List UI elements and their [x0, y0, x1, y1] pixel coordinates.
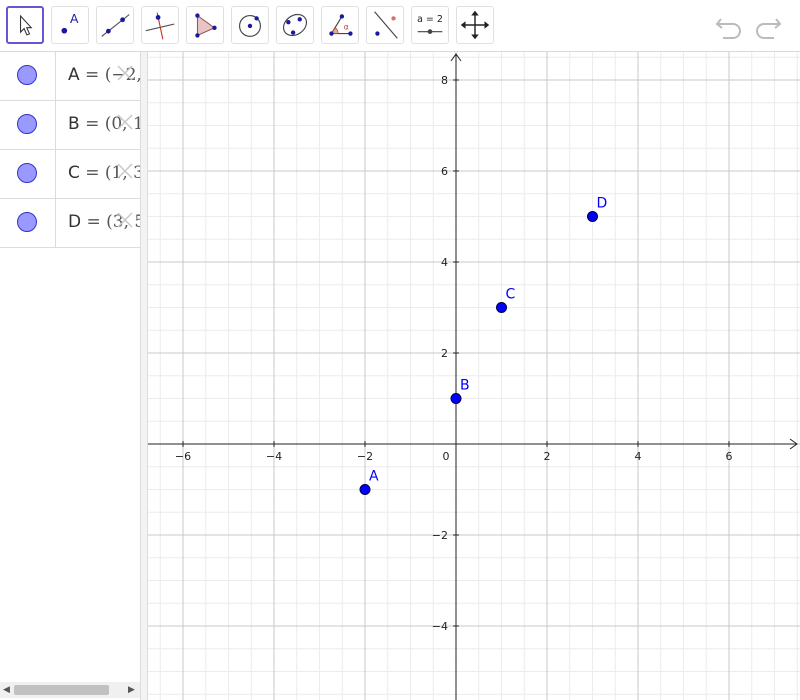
conic-tool[interactable]: [276, 6, 314, 44]
view-splitter[interactable]: [140, 52, 148, 700]
y-tick-label: −4: [432, 620, 448, 633]
svg-text:A: A: [70, 12, 79, 26]
point-icon: A: [61, 12, 79, 34]
reflect-tool[interactable]: [366, 6, 404, 44]
algebra-item-c[interactable]: C = (1, 3): [0, 150, 140, 199]
visibility-toggle-icon[interactable]: [17, 212, 37, 232]
x-tick-label: 2: [544, 450, 551, 463]
slider-tool[interactable]: a = 2: [411, 6, 449, 44]
point-d[interactable]: [587, 211, 598, 222]
y-tick-label: 6: [441, 165, 448, 178]
reflect-about-line-icon: [374, 11, 398, 39]
y-tick-label: −2: [432, 529, 448, 542]
scrollbar-thumb[interactable]: [14, 685, 109, 695]
delete-x-icon[interactable]: [116, 113, 134, 131]
point-label: B: [460, 378, 470, 394]
visibility-toggle-cell: [0, 150, 56, 198]
scroll-left-arrow-icon[interactable]: ◀: [3, 685, 10, 695]
y-tick-label: 8: [441, 74, 448, 87]
point-c[interactable]: [496, 302, 507, 313]
toolbar: A α a = 2: [0, 0, 800, 52]
circle-center-point-tool[interactable]: [231, 6, 269, 44]
y-tick-label: 2: [441, 347, 448, 360]
x-tick-label: −6: [175, 450, 191, 463]
angle-tool[interactable]: α: [321, 6, 359, 44]
perpendicular-line-tool[interactable]: [141, 6, 179, 44]
move-graphics-view-tool[interactable]: [456, 6, 494, 44]
circle-with-center-icon: [239, 14, 261, 37]
slider-icon: a = 2: [417, 14, 443, 34]
x-tick-label: 6: [726, 450, 733, 463]
delete-x-icon[interactable]: [116, 64, 134, 82]
algebra-horizontal-scrollbar[interactable]: ◀ ▶: [0, 682, 140, 698]
visibility-toggle-cell: [0, 199, 56, 247]
x-tick-label: 0: [443, 450, 450, 463]
polygon-triangle-icon: [195, 13, 217, 38]
ellipse-icon: [282, 13, 308, 37]
point-label: D: [597, 196, 608, 212]
delete-x-icon[interactable]: [116, 162, 134, 180]
redo-icon: [756, 18, 782, 39]
move-tool[interactable]: [6, 6, 44, 44]
y-tick-label: 4: [441, 256, 448, 269]
point-a[interactable]: [359, 484, 371, 495]
polygon-tool[interactable]: [186, 6, 224, 44]
x-tick-label: −2: [357, 450, 373, 463]
visibility-toggle-icon[interactable]: [17, 114, 37, 134]
x-tick-label: 4: [635, 450, 642, 463]
visibility-toggle-icon[interactable]: [17, 163, 37, 183]
perpendicular-line-icon: [145, 12, 175, 40]
visibility-toggle-cell: [0, 52, 56, 100]
visibility-toggle-cell: [0, 101, 56, 149]
move-arrows-icon: [460, 10, 490, 40]
svg-text:a = 2: a = 2: [417, 14, 443, 25]
delete-x-icon[interactable]: [116, 211, 134, 229]
line-through-points-icon: [101, 14, 130, 37]
algebra-item-b[interactable]: B = (0, 1): [0, 101, 140, 150]
point-b[interactable]: [450, 393, 462, 404]
angle-icon: α: [329, 14, 353, 36]
graphics-view[interactable]: −6 −4 −2 0 2 4 6 8 6 4 2 −2 −4 A B C D: [148, 52, 800, 700]
cursor-arrow-icon: [19, 14, 33, 36]
redo-button[interactable]: [750, 10, 784, 42]
point-tool[interactable]: A: [51, 6, 89, 44]
undo-button[interactable]: [713, 10, 747, 42]
x-tick-label: −4: [266, 450, 282, 463]
algebra-item-a[interactable]: A = (−2, −1): [0, 52, 140, 101]
algebra-item-d[interactable]: D = (3, 5): [0, 199, 140, 248]
undo-icon: [715, 18, 741, 39]
algebra-view: A = (−2, −1) B = (0, 1) C = (1, 3) D = (…: [0, 52, 140, 700]
line-tool[interactable]: [96, 6, 134, 44]
point-label: A: [369, 469, 379, 485]
point-label: C: [506, 287, 516, 303]
svg-text:α: α: [344, 23, 349, 32]
scroll-right-arrow-icon[interactable]: ▶: [128, 685, 135, 695]
minor-grid: [148, 52, 800, 700]
visibility-toggle-icon[interactable]: [17, 65, 37, 85]
